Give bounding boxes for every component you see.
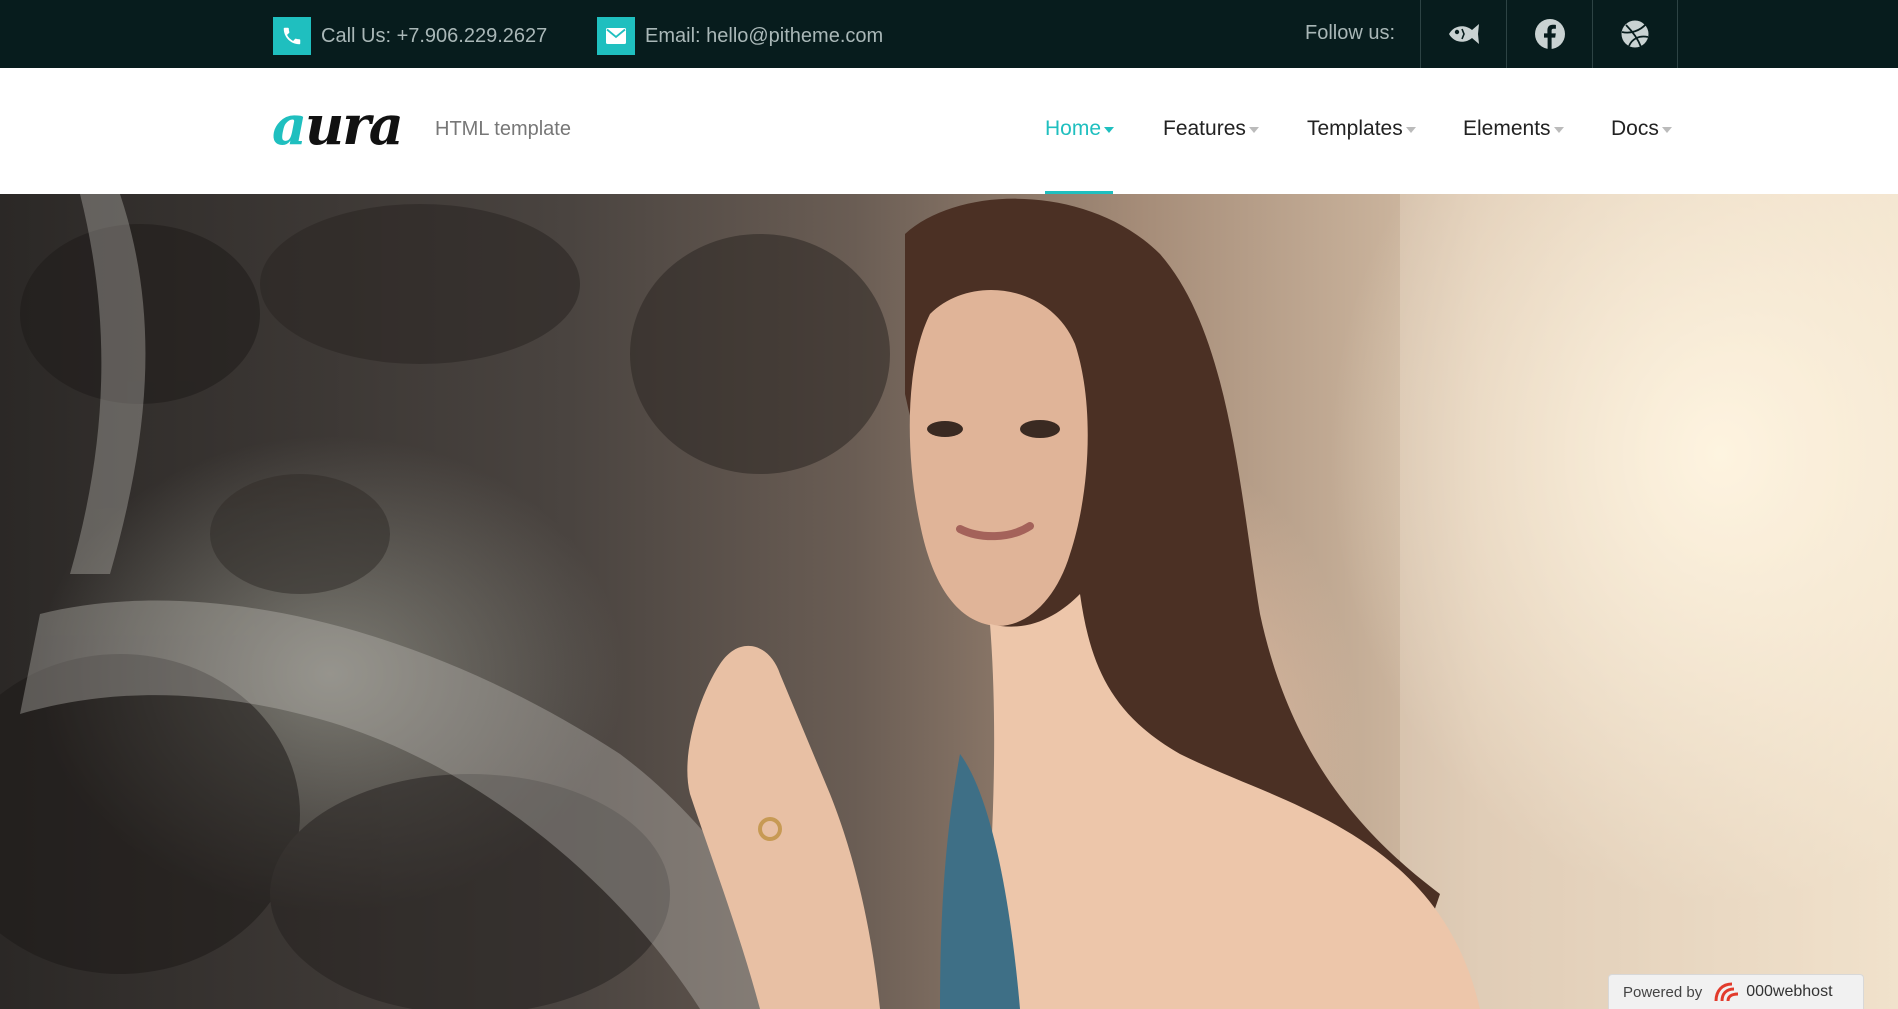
nav-home[interactable]: Home [1045, 117, 1115, 141]
follow-us-label: Follow us: [1305, 22, 1396, 44]
hero-illustration [0, 194, 1898, 1009]
nav-features-label: Features [1163, 117, 1246, 140]
envelope-icon [597, 17, 635, 55]
hero-image [0, 194, 1898, 1009]
site-header: aura HTML template Home Features Templat… [0, 68, 1898, 194]
email-contact[interactable]: Email: hello@pitheme.com [597, 17, 883, 55]
nav-templates-label: Templates [1307, 117, 1403, 140]
nav-docs[interactable]: Docs [1611, 117, 1672, 141]
email-text: Email: hello@pitheme.com [645, 24, 884, 47]
chevron-down-icon [1104, 127, 1115, 133]
nav-features[interactable]: Features [1163, 117, 1259, 141]
top-bar: Call Us: +7.906.229.2627 Email: hello@pi… [0, 0, 1898, 68]
facebook-icon[interactable] [1506, 0, 1592, 68]
nav-elements-label: Elements [1463, 117, 1551, 140]
phone-contact[interactable]: Call Us: +7.906.229.2627 [273, 17, 547, 55]
nav-templates[interactable]: Templates [1307, 117, 1416, 141]
chevron-down-icon [1405, 127, 1416, 133]
chevron-down-icon [1553, 127, 1564, 133]
powered-by-label: Powered by [1623, 983, 1703, 1001]
site-tagline: HTML template [435, 118, 571, 140]
webhost-logo-icon [1714, 982, 1739, 1002]
phone-icon [273, 17, 311, 55]
nav-docs-label: Docs [1611, 117, 1659, 140]
flickr-fish-icon[interactable] [1420, 0, 1506, 68]
dribbble-icon[interactable] [1592, 0, 1678, 68]
chevron-down-icon [1661, 127, 1672, 133]
site-logo[interactable]: aura [272, 90, 404, 160]
phone-text: Call Us: +7.906.229.2627 [321, 24, 548, 47]
nav-home-label: Home [1045, 117, 1102, 140]
chevron-down-icon [1248, 127, 1259, 133]
powered-by-badge[interactable]: Powered by 000webhost [1608, 974, 1864, 1009]
webhost-brand: 000webhost [1746, 983, 1833, 1000]
nav-elements[interactable]: Elements [1463, 117, 1564, 141]
